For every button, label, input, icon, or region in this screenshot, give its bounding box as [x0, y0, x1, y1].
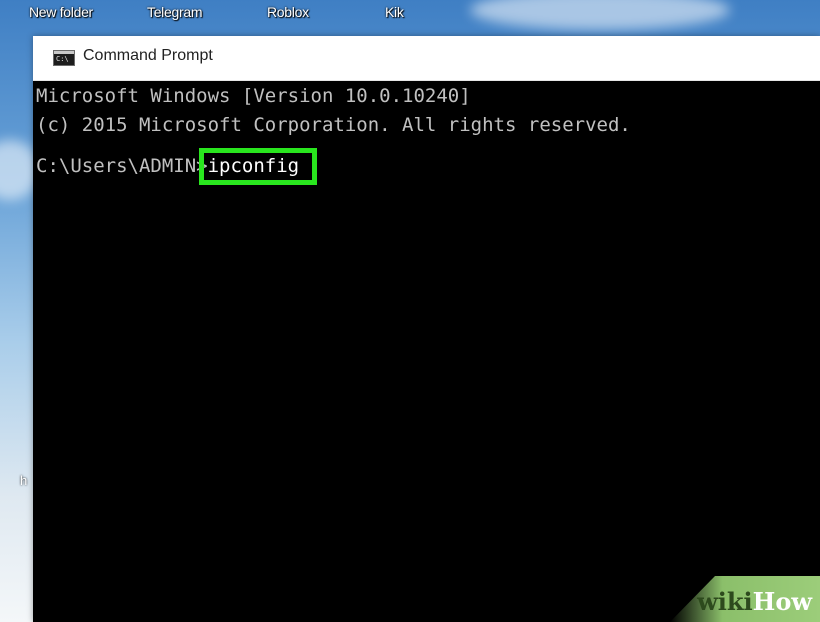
desktop-icon-kik[interactable]: Kik — [385, 4, 404, 20]
console-line: (c) 2015 Microsoft Corporation. All righ… — [36, 114, 631, 136]
watermark-wiki: wiki — [697, 587, 753, 616]
desktop-side-glyph: h — [20, 473, 28, 488]
command-highlight-box — [199, 148, 317, 185]
watermark-how: How — [752, 587, 812, 616]
cmd-window-icon: C:\ — [53, 50, 75, 66]
desktop-icon-new-folder[interactable]: New folder — [29, 4, 93, 20]
console-line: Microsoft Windows [Version 10.0.10240] — [36, 85, 471, 107]
window-titlebar[interactable]: C:\ Command Prompt — [33, 36, 820, 81]
desktop-icon-telegram[interactable]: Telegram — [147, 4, 202, 20]
desktop-icon-row: New folder Telegram Roblox Kik — [0, 0, 820, 30]
cmd-icon-text: C:\ — [56, 55, 69, 63]
window-title: Command Prompt — [83, 47, 213, 64]
wikihow-watermark: wikiHow — [697, 587, 812, 616]
console-prompt: C:\Users\ADMIN> — [36, 155, 208, 177]
desktop-icon-roblox[interactable]: Roblox — [267, 4, 309, 20]
command-prompt-window[interactable]: C:\ Command Prompt Microsoft Windows [Ve… — [33, 36, 820, 622]
console-output[interactable]: Microsoft Windows [Version 10.0.10240] (… — [33, 80, 820, 622]
